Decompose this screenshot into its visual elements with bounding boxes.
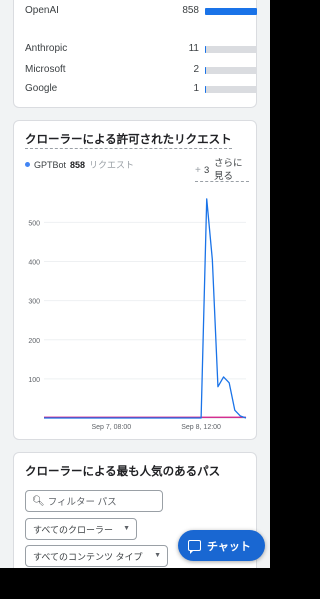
content-type-select[interactable]: すべてのコンテンツ タイプ ▼	[25, 545, 168, 567]
y-tick-label: 300	[28, 299, 40, 306]
crawler-count: 11	[188, 43, 199, 54]
crawler-select-value: すべてのクローラー	[33, 524, 114, 535]
crawler-name: OpenAI	[25, 5, 59, 16]
crawler-name: Google	[25, 83, 58, 94]
series-line	[44, 198, 247, 419]
crawler-bar	[205, 67, 257, 74]
more-count: 3	[204, 165, 210, 176]
crawler-bar-fill	[205, 8, 257, 15]
navigation-bar	[0, 568, 270, 599]
legend-series-value: 858	[70, 159, 86, 170]
chat-button[interactable]: チャット	[178, 530, 265, 561]
y-tick-label: 500	[28, 220, 40, 227]
crawler-bar	[205, 46, 257, 53]
chart-legend[interactable]: GPTBot 858 リクエスト	[25, 158, 134, 171]
crawler-name: Microsoft	[25, 64, 66, 75]
crawler-bar	[205, 86, 257, 93]
crawler-bar	[205, 8, 257, 15]
legend-series-name: GPTBot	[34, 159, 67, 170]
y-tick-label: 200	[28, 338, 40, 345]
card-title[interactable]: クローラーによる許可されたリクエスト	[25, 131, 232, 149]
requests-line-chart[interactable]: 500 400 300 200 100 Sep 7, 08:00 Sep 8, 12:00	[14, 187, 258, 437]
card-title: クローラーによる最も人気のあるパス	[25, 466, 221, 478]
crawler-bar-fill	[205, 86, 206, 93]
screen: OpenAI 858 Anthropic 11 Microsoft 2 Goog…	[0, 0, 270, 568]
chevron-down-icon: ▼	[154, 552, 161, 559]
table-row: OpenAI 858	[25, 3, 257, 19]
crawler-bar-fill	[205, 46, 206, 53]
crawler-count: 1	[193, 83, 199, 94]
x-tick-label: Sep 7, 08:00	[91, 424, 131, 431]
chat-icon	[188, 540, 201, 554]
content-type-select-value: すべてのコンテンツ タイプ	[33, 551, 143, 562]
crawler-count: 858	[182, 5, 199, 16]
search-icon: 🔍︎	[32, 495, 45, 507]
x-tick-label: Sep 8, 12:00	[181, 424, 221, 431]
table-row: Microsoft 2	[25, 62, 257, 78]
y-tick-label: 100	[28, 377, 40, 384]
chat-label: チャット	[207, 540, 251, 553]
y-tick-label: 400	[28, 260, 40, 267]
crawler-count: 2	[193, 64, 199, 75]
path-filter-input[interactable]: 🔍︎ フィルター パス	[25, 490, 163, 512]
chevron-down-icon: ▼	[123, 525, 130, 532]
table-row: Google 1	[25, 81, 257, 97]
table-row: Anthropic 11	[25, 41, 257, 57]
more-label: さらに見る	[214, 158, 243, 182]
crawler-select[interactable]: すべてのクローラー ▼	[25, 518, 137, 540]
allowed-requests-card: クローラーによる許可されたリクエスト GPTBot 858 リクエスト + 3 …	[13, 120, 257, 440]
crawler-bar-fill	[205, 67, 206, 74]
legend-dot	[25, 162, 30, 167]
legend-series-unit: リクエスト	[89, 160, 135, 170]
path-filter-placeholder: フィルター パス	[47, 497, 117, 508]
plus-icon: +	[195, 165, 201, 176]
crawler-counts-card: OpenAI 858 Anthropic 11 Microsoft 2 Goog…	[13, 0, 257, 108]
crawler-name: Anthropic	[25, 43, 68, 54]
more-underline	[195, 181, 249, 182]
